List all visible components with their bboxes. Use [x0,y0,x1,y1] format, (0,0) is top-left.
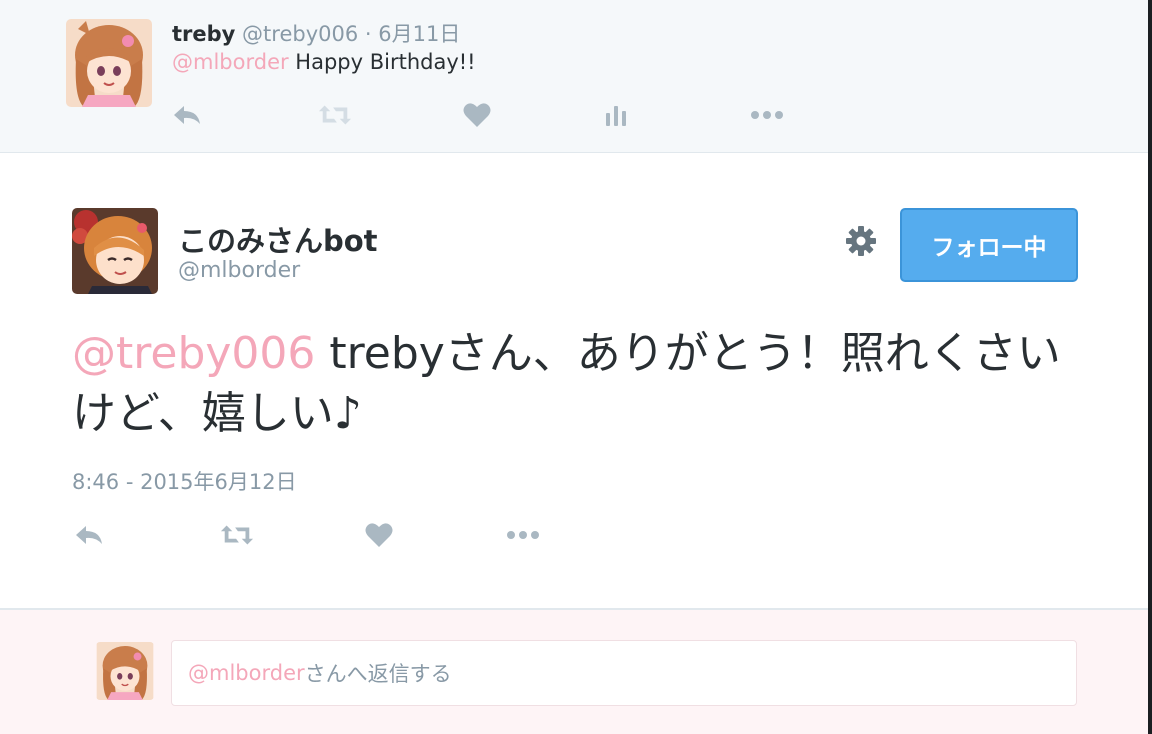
separator-dot: · [364,22,372,46]
heart-icon [365,523,393,547]
retweet-icon [220,525,254,545]
reply-placeholder: さんへ返信する [304,662,452,686]
reply-button[interactable] [72,520,106,550]
reply-icon [76,526,102,544]
tweet-timestamp[interactable]: 8:46 - 2015年6月12日 [72,466,297,496]
tweet-text: @treby006 trebyさん、ありがとう！照れくさいけど、嬉しい♪ [72,324,1082,444]
reply-composer: @mlborder さんへ返信する [0,610,1148,734]
settings-button[interactable] [844,224,878,258]
window-edge [1148,0,1152,734]
avatar[interactable] [66,19,152,107]
like-button[interactable] [362,520,396,550]
user-name[interactable]: treby [172,22,235,46]
more-icon [507,531,539,539]
user-name[interactable]: このみさんbot [178,218,378,260]
retweet-icon [318,105,352,125]
user-handle[interactable]: @mlborder [178,258,300,283]
reply-input[interactable]: @mlborder さんへ返信する [171,640,1077,706]
mention-link[interactable]: @mlborder [172,50,289,74]
avatar[interactable] [72,208,158,294]
tweet-body: Happy Birthday!! [288,50,476,74]
tweet-header: treby @treby006 · 6月11日 [172,18,460,48]
reply-button[interactable] [170,100,204,130]
reply-icon [174,106,200,124]
parent-tweet[interactable]: treby @treby006 · 6月11日 @mlborder Happy … [0,0,1148,153]
tweet-actions [170,100,800,130]
tweet-permalink: treby @treby006 · 6月11日 @mlborder Happy … [0,0,1148,734]
analytics-icon [606,106,626,126]
tweet-date[interactable]: 6月11日 [378,22,460,46]
gear-icon [846,226,876,256]
more-button[interactable] [506,520,540,550]
more-icon [751,111,783,119]
user-handle[interactable]: @treby006 [242,22,358,46]
tweet-actions [72,520,552,550]
mention-link[interactable]: @treby006 [72,328,315,379]
avatar [96,642,154,700]
heart-icon [463,103,491,127]
retweet-button[interactable] [318,100,352,130]
following-button[interactable]: フォロー中 [900,208,1078,282]
tweet-text: @mlborder Happy Birthday!! [172,50,476,74]
like-button[interactable] [460,100,494,130]
reply-mention: @mlborder [188,661,305,685]
more-button[interactable] [750,100,784,130]
retweet-button[interactable] [220,520,254,550]
analytics-button[interactable] [599,100,633,130]
